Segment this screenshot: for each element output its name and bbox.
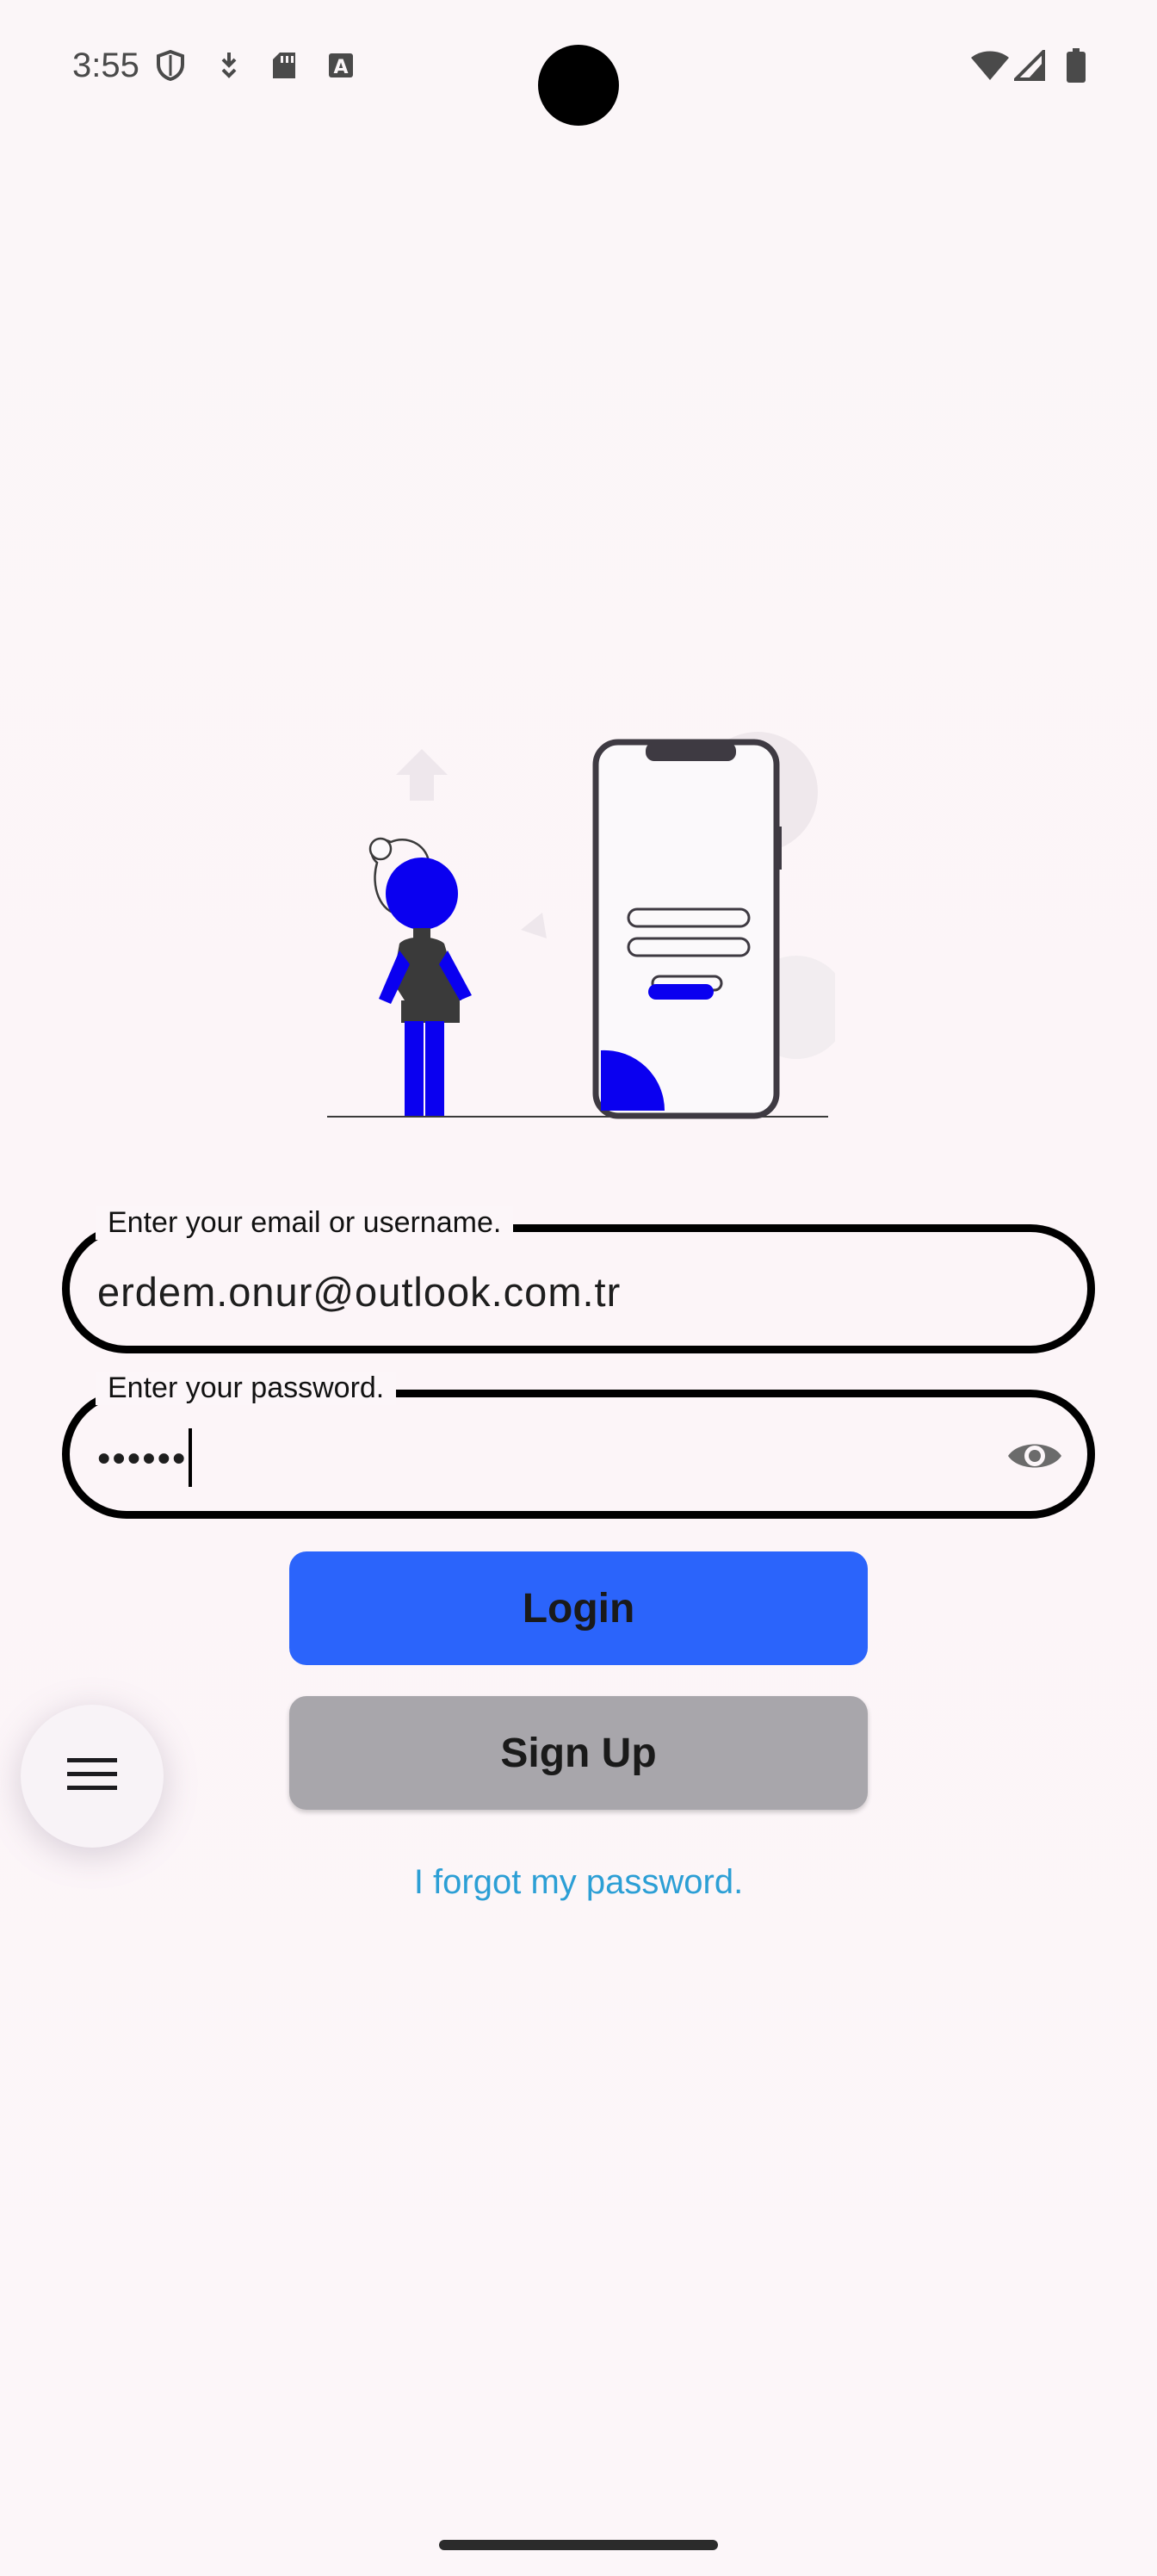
cell-signal-icon xyxy=(1014,50,1045,81)
wifi-icon xyxy=(971,50,1009,81)
eye-icon[interactable] xyxy=(1005,1432,1065,1480)
font-a-icon: A xyxy=(325,50,356,81)
login-button[interactable]: Login xyxy=(289,1551,868,1665)
password-masked-value: •••••• xyxy=(97,1437,188,1480)
front-camera xyxy=(538,45,619,126)
shield-icon xyxy=(155,50,186,81)
email-input[interactable]: erdem.onur@outlook.com.tr xyxy=(97,1268,621,1316)
email-field[interactable]: Enter your email or username. erdem.onur… xyxy=(62,1206,1095,1353)
menu-icon xyxy=(67,1756,117,1797)
email-field-label: Enter your email or username. xyxy=(96,1206,514,1240)
password-field-label: Enter your password. xyxy=(96,1372,397,1405)
svg-text:A: A xyxy=(333,57,348,78)
login-screen: 3:55 A Enter your email or username. erd… xyxy=(0,0,1157,2576)
text-cursor xyxy=(189,1428,193,1487)
password-input[interactable]: •••••• xyxy=(97,1428,193,1490)
signup-button[interactable]: Sign Up xyxy=(289,1696,868,1810)
home-indicator[interactable] xyxy=(439,2540,718,2550)
forgot-password-link[interactable]: I forgot my password. xyxy=(0,1863,1157,1902)
download-icon xyxy=(213,50,244,81)
sd-card-icon xyxy=(269,50,300,81)
menu-fab[interactable] xyxy=(21,1705,164,1848)
password-field[interactable]: Enter your password. •••••• xyxy=(62,1372,1095,1519)
battery-icon xyxy=(1061,48,1092,83)
status-time: 3:55 xyxy=(72,46,139,84)
status-bar: 3:55 A xyxy=(0,0,1157,138)
login-illustration xyxy=(327,732,848,1128)
